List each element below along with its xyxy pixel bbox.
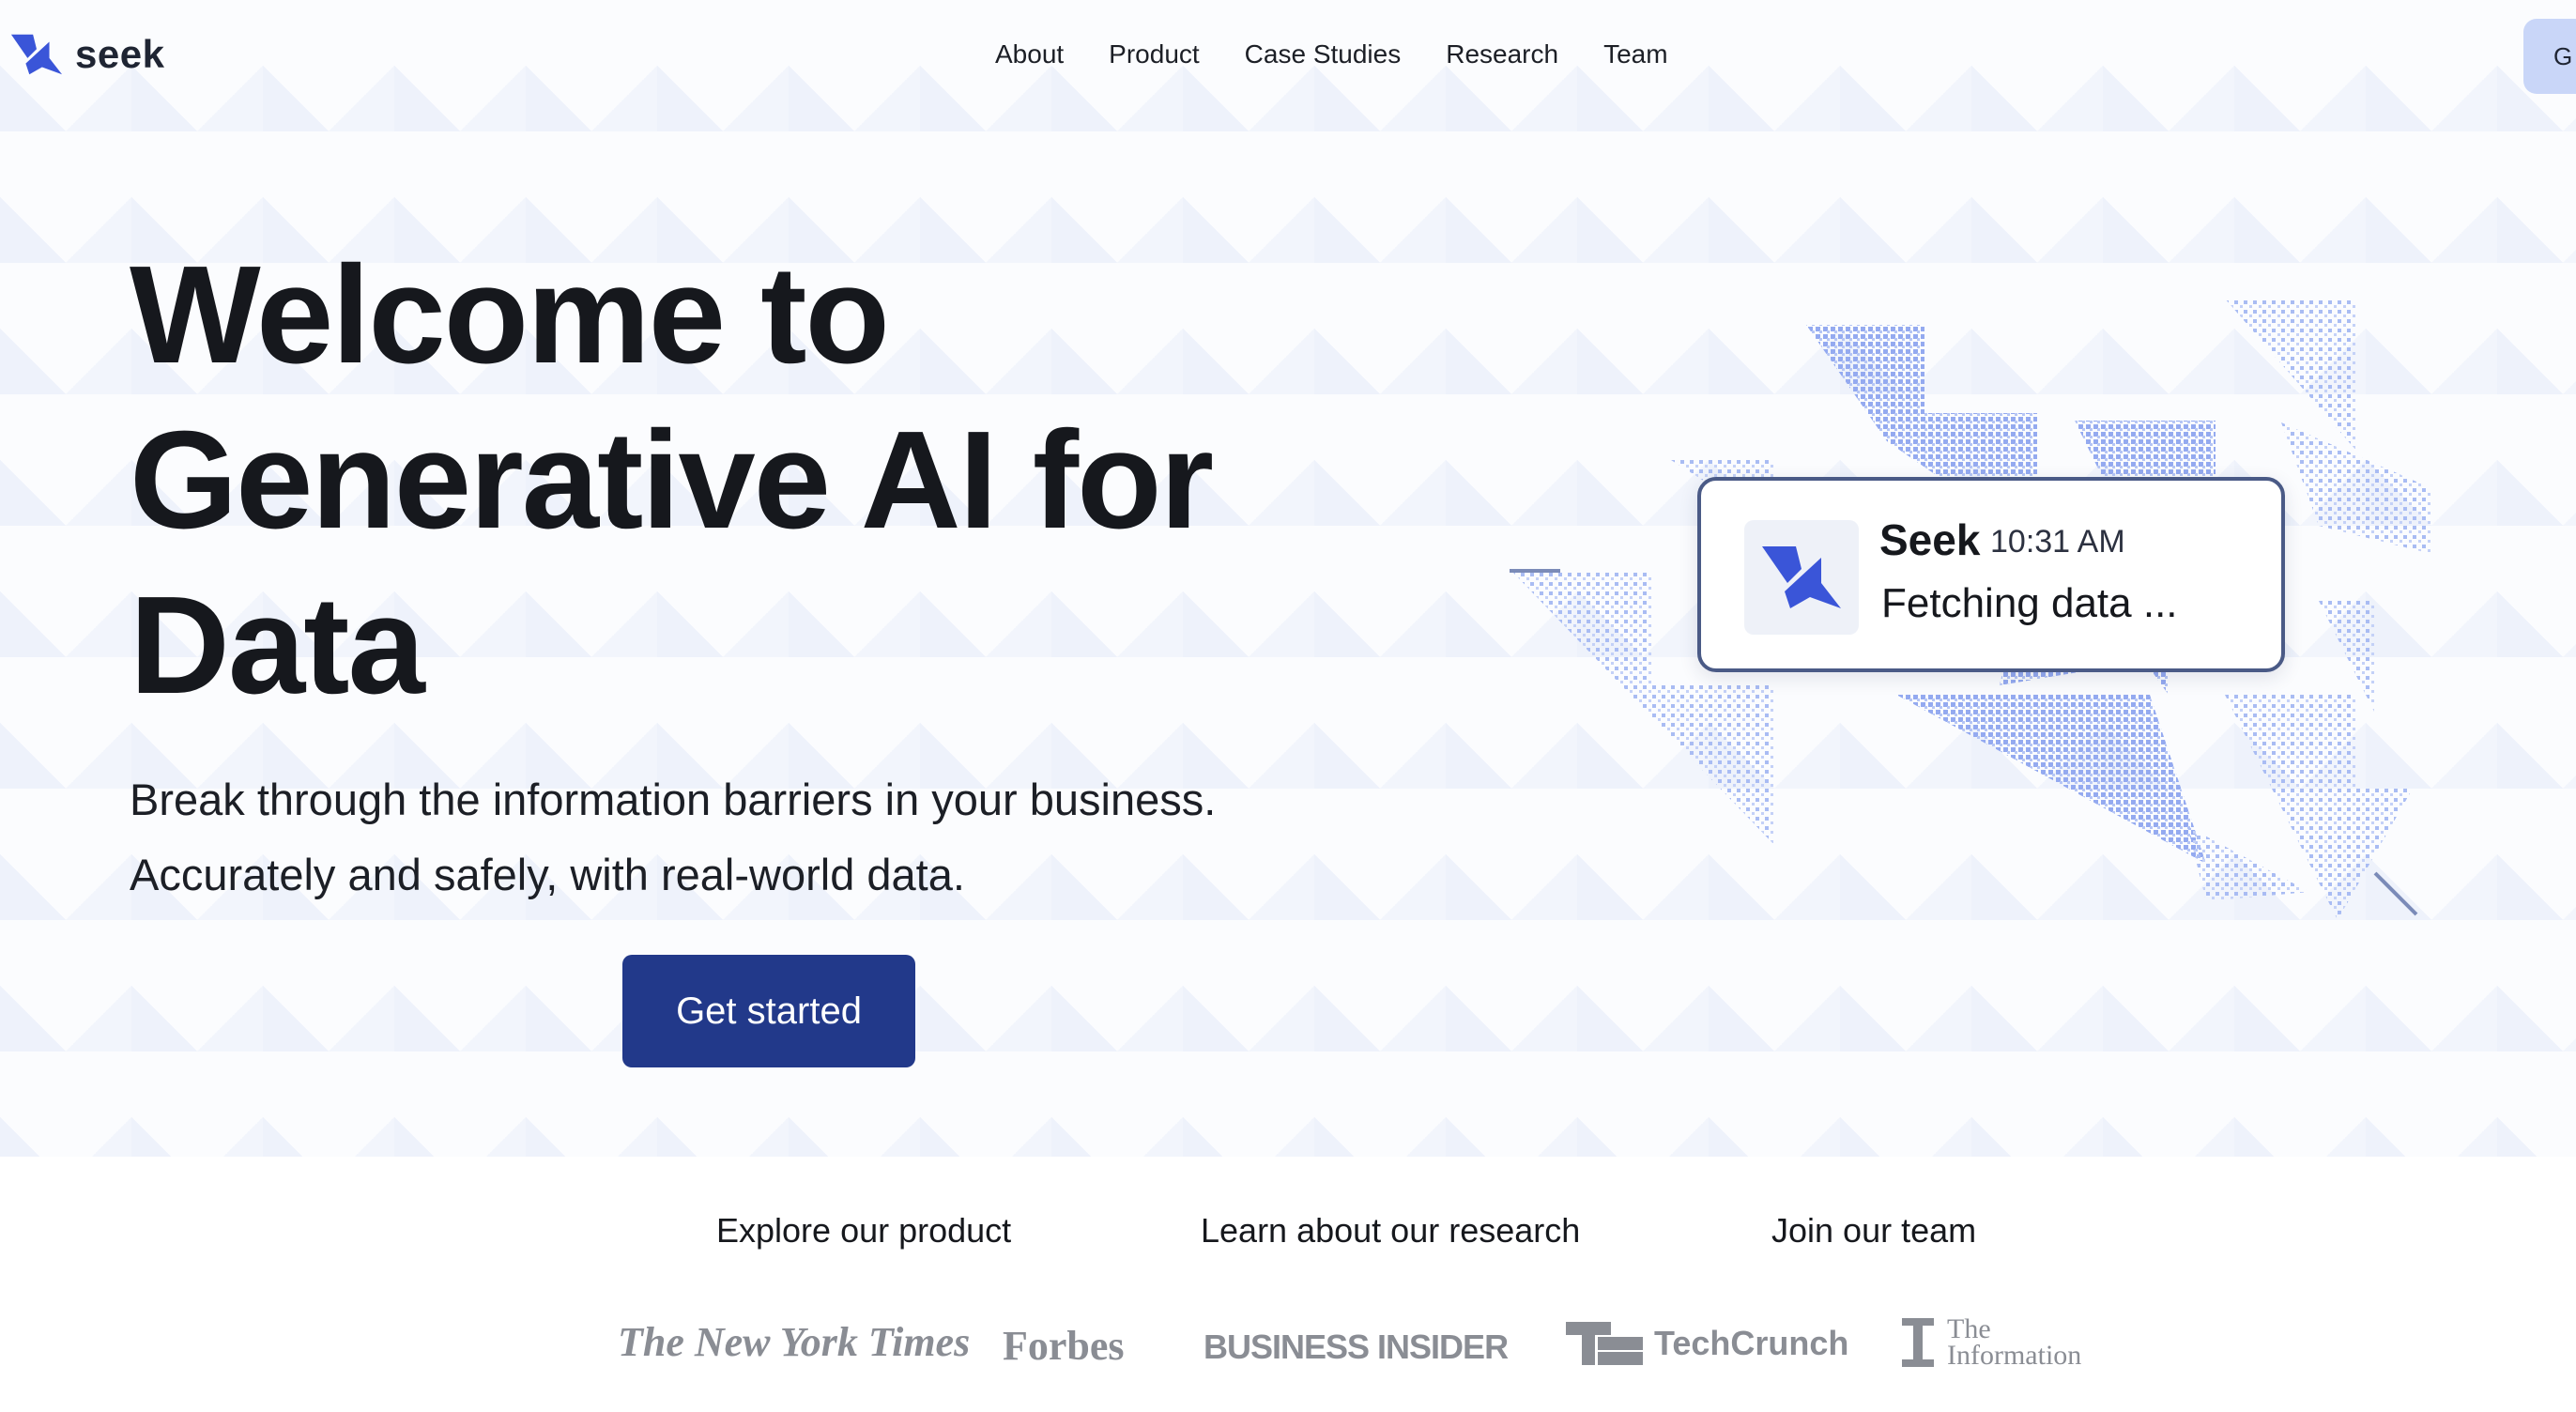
headline-line-3: Data <box>130 568 425 723</box>
forbes-logo: Forbes <box>1003 1323 1125 1369</box>
seek-logo-icon <box>1762 546 1841 608</box>
nav-link-case-studies[interactable]: Case Studies <box>1245 36 1402 73</box>
chat-sender-name: Seek <box>1879 515 1981 564</box>
join-team-link[interactable]: Join our team <box>1771 1211 1976 1251</box>
techcrunch-wordmark: TechCrunch <box>1654 1324 1849 1362</box>
top-cta-label: G <box>2553 41 2573 70</box>
nav-link-about[interactable]: About <box>995 36 1064 73</box>
explore-product-link[interactable]: Explore our product <box>716 1211 1011 1251</box>
top-cta-button[interactable]: G <box>2523 19 2576 94</box>
press-logos: The New York Times Forbes BUSINESS INSID… <box>0 1314 2576 1389</box>
the-information-line-1: The <box>1947 1313 1991 1344</box>
hero-subtitle: Break through the information barriers i… <box>130 762 1216 913</box>
chat-avatar <box>1744 520 1859 635</box>
headline-line-2: Generative AI for <box>130 403 1214 558</box>
the-information-wordmark: The Information <box>1947 1313 2082 1371</box>
techcrunch-mark-icon <box>1566 1322 1643 1365</box>
nyt-logo: The New York Times <box>618 1319 971 1365</box>
nav-link-product[interactable]: Product <box>1109 36 1200 73</box>
chat-status-text: Fetching data ... <box>1881 580 2178 626</box>
get-started-button[interactable]: Get started <box>622 955 915 1067</box>
main-nav: About Product Case Studies Research Team <box>995 36 1668 73</box>
brand-logo[interactable]: seek <box>9 28 164 81</box>
brand-name: seek <box>75 32 165 76</box>
section-links: Explore our product Learn about our rese… <box>0 1211 2576 1258</box>
learn-research-link[interactable]: Learn about our research <box>1201 1211 1580 1251</box>
techcrunch-logo: TechCrunch <box>1566 1320 1848 1367</box>
subtitle-line-2: Accurately and safely, with real-world d… <box>130 850 965 899</box>
nav-link-research[interactable]: Research <box>1446 36 1558 73</box>
nav-link-team[interactable]: Team <box>1603 36 1667 73</box>
the-information-line-2: Information <box>1947 1340 2082 1371</box>
subtitle-line-1: Break through the information barriers i… <box>130 775 1217 824</box>
chat-notification-card: Seek 10:31 AM Fetching data ... <box>1697 477 2285 672</box>
chat-timestamp: 10:31 AM <box>1990 524 2125 560</box>
seek-logo-icon <box>10 34 63 75</box>
the-information-mark-icon <box>1902 1318 1934 1367</box>
headline-line-1: Welcome to <box>130 238 890 392</box>
business-insider-logo: BUSINESS INSIDER <box>1204 1328 1509 1366</box>
the-information-logo: The Information <box>1902 1314 2081 1371</box>
hero-headline: Welcome to Generative AI for Data <box>130 233 1369 729</box>
